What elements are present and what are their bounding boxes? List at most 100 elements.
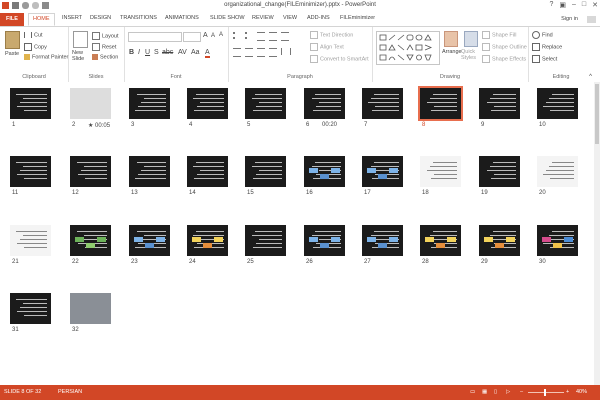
slide-thumbnail[interactable] [10, 293, 51, 324]
reset-button[interactable]: Reset [92, 43, 116, 51]
slide-thumbnail[interactable] [70, 293, 111, 324]
reading-view-icon[interactable]: ▯ [494, 389, 497, 395]
increase-indent-icon[interactable] [269, 32, 277, 41]
slide-thumbnail[interactable] [479, 225, 520, 256]
shape-outline-button[interactable]: Shape Outline [482, 43, 527, 51]
section-button[interactable]: Section [92, 54, 118, 60]
slide-thumbnail[interactable] [245, 88, 286, 119]
quick-styles-icon[interactable] [464, 31, 478, 47]
slide-thumbnail[interactable] [420, 156, 461, 187]
tab-view[interactable]: VIEW [283, 15, 297, 21]
bold-icon[interactable]: B [129, 49, 134, 56]
scrollbar-thumb[interactable] [595, 84, 599, 144]
tab-slide-show[interactable]: SLIDE SHOW [210, 15, 245, 21]
line-spacing-icon[interactable] [281, 32, 289, 41]
columns-icon[interactable] [281, 48, 291, 55]
align-left-icon[interactable] [233, 48, 241, 57]
tab-insert[interactable]: INSERT [62, 15, 82, 21]
character-spacing-icon[interactable]: AV [178, 49, 187, 56]
shape-fill-button[interactable]: Shape Fill [482, 31, 516, 39]
find-button[interactable]: Find [532, 31, 553, 39]
slide-thumbnail[interactable] [129, 225, 170, 256]
layout-button[interactable]: Layout [92, 32, 119, 40]
tab-transitions[interactable]: TRANSITIONS [120, 15, 157, 21]
ribbon-display-icon[interactable]: ▣ [559, 1, 566, 9]
font-name-box[interactable] [128, 32, 182, 42]
font-color-icon[interactable]: A [205, 49, 210, 58]
underline-icon[interactable]: U [145, 49, 150, 56]
select-button[interactable]: Select [532, 55, 557, 63]
shadow-icon[interactable]: S [154, 49, 159, 56]
language-indicator[interactable]: PERSIAN [58, 389, 82, 395]
zoom-slider-handle[interactable] [544, 389, 546, 396]
slide-thumbnail[interactable] [245, 225, 286, 256]
tab-design[interactable]: DESIGN [90, 15, 111, 21]
vertical-scrollbar[interactable] [594, 82, 600, 385]
new-slide-button[interactable]: New Slide [72, 50, 90, 62]
slideshow-view-icon[interactable]: ▷ [506, 389, 510, 395]
decrease-font-icon[interactable]: A [211, 33, 215, 39]
slide-thumbnail[interactable] [245, 156, 286, 187]
bullets-icon[interactable] [233, 32, 243, 39]
maximize-icon[interactable]: □ [582, 1, 586, 9]
slide-thumbnail[interactable] [129, 156, 170, 187]
slide-thumbnail[interactable] [537, 225, 578, 256]
paste-icon[interactable] [5, 31, 20, 49]
close-icon[interactable]: ✕ [592, 1, 598, 9]
replace-button[interactable]: Replace [532, 43, 562, 51]
align-center-icon[interactable] [245, 48, 253, 57]
normal-view-icon[interactable]: ▭ [470, 389, 475, 395]
align-text-button[interactable]: Align Text [310, 43, 344, 51]
slide-thumbnail[interactable] [479, 156, 520, 187]
minimize-icon[interactable]: – [572, 1, 576, 9]
shapes-gallery[interactable] [376, 31, 440, 65]
slide-thumbnail[interactable] [537, 88, 578, 119]
slide-thumbnail[interactable] [10, 88, 51, 119]
slide-thumbnail[interactable] [70, 225, 111, 256]
tab-home[interactable]: HOME [28, 13, 55, 26]
slide-sorter-view-icon[interactable]: ▦ [482, 389, 487, 395]
copy-button[interactable]: Copy [24, 43, 47, 51]
slide-thumbnail[interactable] [362, 225, 403, 256]
align-right-icon[interactable] [257, 48, 265, 57]
slide-thumbnail[interactable] [70, 88, 111, 119]
arrange-button[interactable]: Arrange [442, 49, 462, 55]
zoom-out-icon[interactable]: – [520, 389, 523, 395]
slide-thumbnail[interactable] [10, 156, 51, 187]
cut-button[interactable]: Cut [24, 32, 43, 38]
zoom-slider[interactable] [528, 392, 564, 393]
paste-button[interactable]: Paste [5, 51, 19, 57]
slide-thumbnail[interactable] [187, 225, 228, 256]
justify-icon[interactable] [269, 48, 277, 57]
help-icon[interactable]: ? [549, 1, 553, 9]
slide-thumbnail[interactable] [537, 156, 578, 187]
slide-thumbnail[interactable] [304, 156, 345, 187]
slide-thumbnail[interactable] [418, 86, 463, 121]
format-painter-button[interactable]: Format Painter [24, 54, 68, 60]
slide-thumbnail[interactable] [362, 156, 403, 187]
numbering-icon[interactable] [245, 32, 255, 39]
tab-fileminimizer[interactable]: FILEminimizer [340, 15, 375, 21]
increase-font-icon[interactable]: A [203, 32, 208, 39]
italic-icon[interactable]: I [138, 49, 140, 56]
slide-thumbnail[interactable] [187, 156, 228, 187]
account-avatar[interactable] [587, 16, 596, 23]
tab-review[interactable]: REVIEW [252, 15, 274, 21]
strikethrough-icon[interactable]: abc [162, 49, 173, 56]
slide-thumbnail[interactable] [129, 88, 170, 119]
text-direction-button[interactable]: Text Direction [310, 31, 353, 39]
quick-styles-button[interactable]: Quick Styles [461, 49, 481, 61]
tab-add-ins[interactable]: ADD-INS [307, 15, 330, 21]
sign-in-link[interactable]: Sign in [561, 16, 578, 22]
tab-animations[interactable]: ANIMATIONS [165, 15, 199, 21]
slide-thumbnail[interactable] [362, 88, 403, 119]
change-case-icon[interactable]: Aa [191, 49, 200, 56]
decrease-indent-icon[interactable] [257, 32, 265, 41]
slide-thumbnail[interactable] [187, 88, 228, 119]
new-slide-icon[interactable] [73, 31, 88, 48]
collapse-ribbon-icon[interactable]: ^ [589, 74, 592, 80]
font-size-box[interactable] [183, 32, 201, 42]
shape-effects-button[interactable]: Shape Effects [482, 55, 526, 63]
slide-thumbnail[interactable] [420, 225, 461, 256]
clear-formatting-icon[interactable]: A [219, 32, 223, 38]
